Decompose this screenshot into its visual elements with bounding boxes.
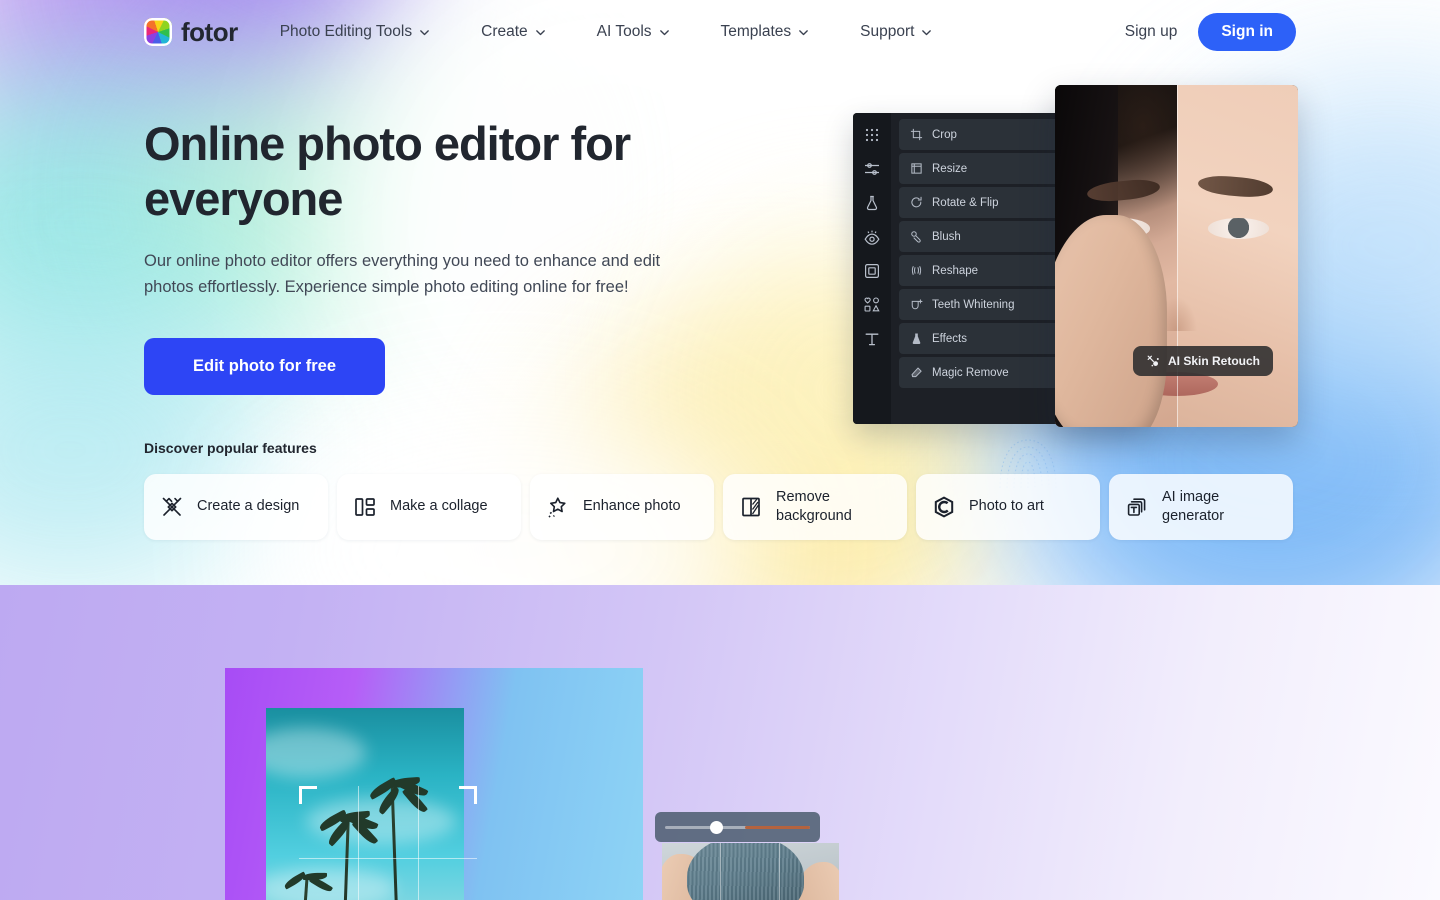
nav-item-label: Photo Editing Tools (279, 23, 413, 40)
nav-item-templates[interactable]: Templates (721, 15, 809, 49)
feature-card-label: Remove background (776, 488, 852, 524)
brand-logo[interactable]: fotor (144, 17, 238, 48)
simplify-photo-editing-section: Simplify photo editing with our online p… (0, 585, 1440, 900)
design-pen-ruler-icon (160, 495, 184, 519)
chevron-down-icon (921, 27, 932, 37)
hero-section: fotor Photo Editing Tools Create AI Tool… (0, 0, 1440, 585)
nav-item-support[interactable]: Support (860, 15, 932, 49)
feature-card-make-a-collage[interactable]: Make a collage (337, 473, 521, 540)
feature-card-label: AI image generator (1162, 488, 1225, 524)
fotor-color-wheel-logo-icon (144, 18, 172, 46)
chevron-down-icon (798, 27, 809, 37)
feature-card-label: Enhance photo (583, 498, 681, 515)
nav-item-create[interactable]: Create (481, 15, 545, 49)
chevron-down-icon (659, 27, 669, 37)
hero-subtitle: Our online photo editor offers everythin… (144, 252, 661, 296)
ai-image-generator-icon (1125, 495, 1149, 519)
collage-illustration (225, 668, 839, 900)
feature-card-remove-background[interactable]: Remove background (723, 473, 907, 540)
adjustment-slider[interactable] (655, 812, 820, 842)
nav-auth-area: Sign up Sign in (1125, 13, 1296, 51)
collage-grid-icon (353, 495, 377, 519)
feature-card-label: Make a collage (390, 498, 488, 515)
slider-track[interactable] (665, 820, 810, 834)
nav-item-photo-editing-tools[interactable]: Photo Editing Tools (280, 15, 429, 49)
slider-handle[interactable] (709, 820, 723, 834)
nav-item-label: Create (481, 23, 528, 40)
beanie-portrait-photo (662, 843, 839, 900)
brand-name: fotor (181, 16, 238, 47)
slider-fill (744, 825, 810, 829)
nav-links: Photo Editing Tools Create AI Tools Temp… (280, 15, 932, 49)
feature-card-enhance-photo[interactable]: Enhance photo (530, 473, 714, 540)
top-navigation-bar: fotor Photo Editing Tools Create AI Tool… (0, 0, 1440, 64)
feature-card-label: Create a design (197, 498, 300, 515)
nav-item-label: AI Tools (596, 23, 652, 40)
feature-card-ai-image-generator[interactable]: AI image generator (1109, 473, 1293, 540)
sign-up-link[interactable]: Sign up (1125, 23, 1178, 41)
chevron-down-icon (419, 27, 429, 37)
magic-wand-star-icon (546, 495, 570, 519)
photo-to-art-icon (932, 495, 956, 519)
discover-popular-features-label: Discover popular features (144, 439, 317, 456)
page-title: Online photo editor for everyone (144, 117, 631, 225)
feature-card-create-a-design[interactable]: Create a design (144, 473, 328, 540)
sign-in-button[interactable]: Sign in (1198, 13, 1296, 51)
feature-card-label: Photo to art (969, 498, 1044, 515)
hero-content: Online photo editor for everyone Our onl… (0, 117, 1440, 540)
nav-item-label: Templates (720, 23, 792, 40)
popular-features-cards: Create a design Make a collage Enhance p… (144, 473, 1296, 540)
feature-card-photo-to-art[interactable]: Photo to art (916, 473, 1100, 540)
chevron-down-icon (535, 27, 545, 37)
nav-item-label: Support (860, 23, 915, 40)
nav-item-ai-tools[interactable]: AI Tools (597, 15, 669, 49)
edit-photo-for-free-button[interactable]: Edit photo for free (144, 337, 385, 395)
remove-background-icon (739, 495, 763, 519)
crop-overlay[interactable] (299, 786, 477, 900)
